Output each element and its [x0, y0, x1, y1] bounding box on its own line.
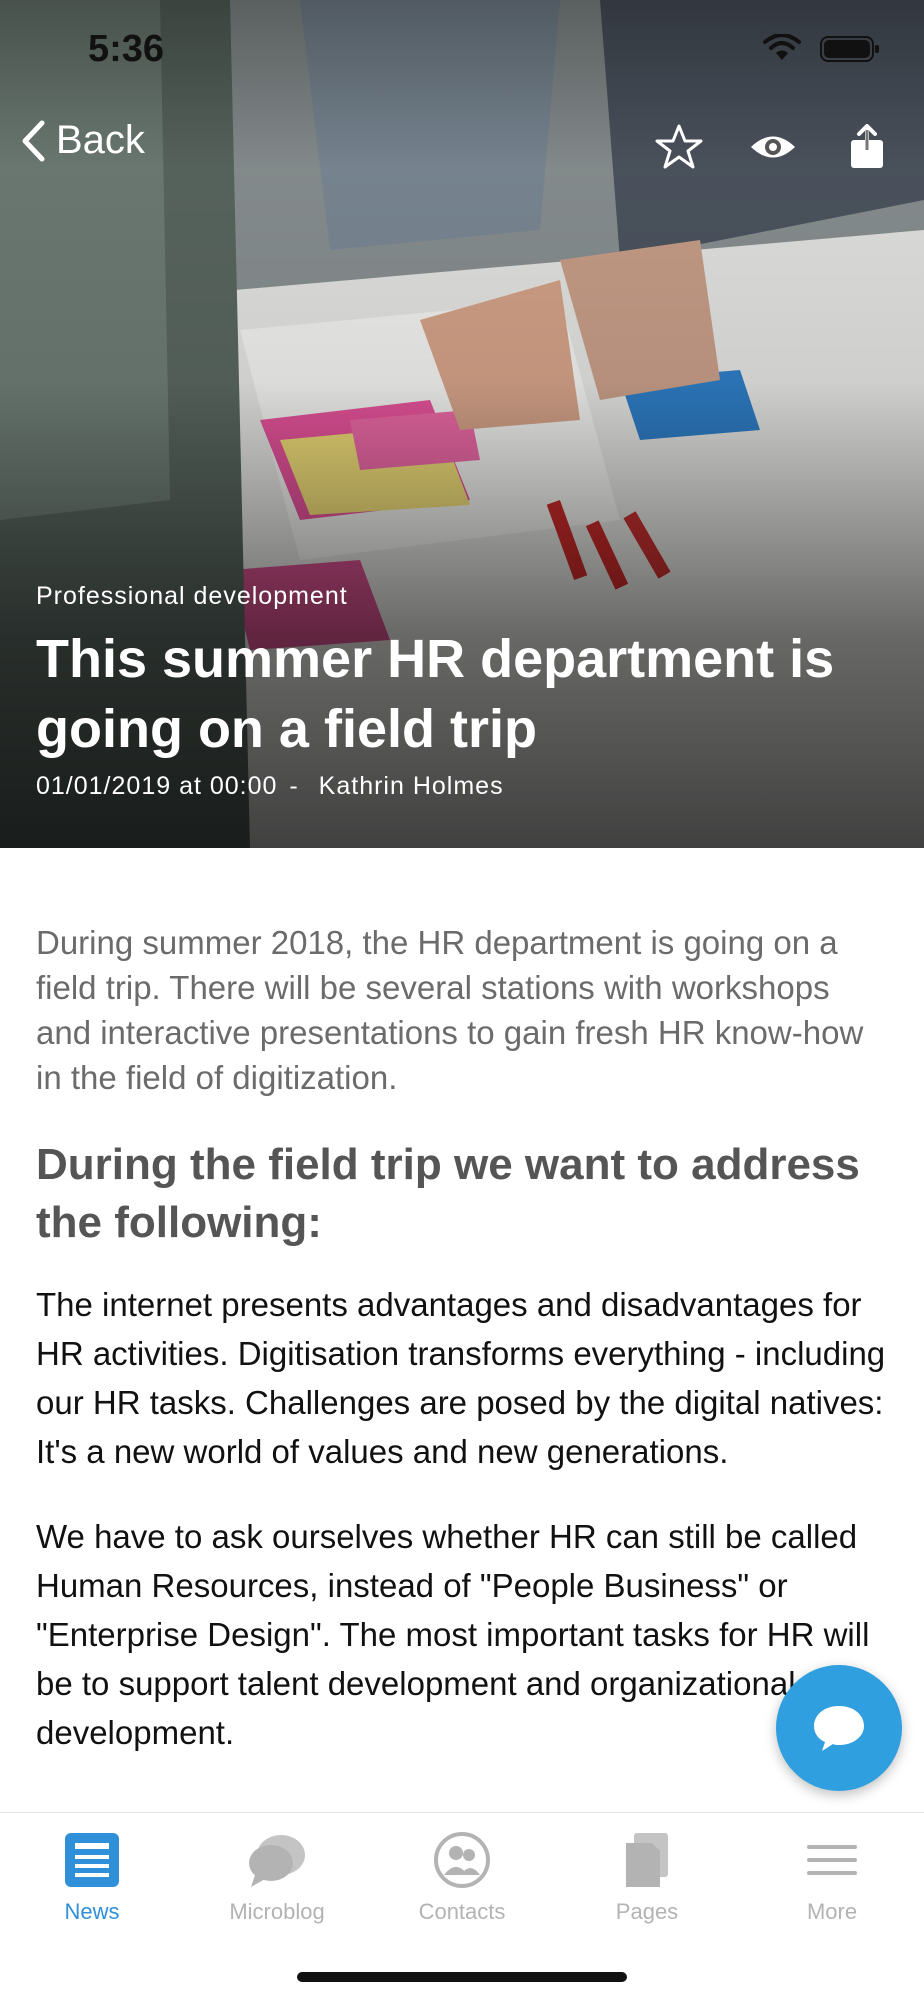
menu-icon	[807, 1845, 857, 1875]
eye-icon	[751, 136, 795, 158]
article-category: Professional development	[36, 582, 348, 610]
status-time: 5:36	[88, 28, 165, 70]
article-paragraph: We have to ask ourselves whether HR can …	[36, 1518, 870, 1751]
tab-news[interactable]: News	[0, 1831, 184, 1925]
home-indicator[interactable]	[297, 1972, 627, 1982]
pages-icon	[626, 1833, 668, 1887]
tab-label: More	[806, 1899, 858, 1924]
favorite-button[interactable]	[652, 120, 706, 174]
article-author[interactable]: Kathrin Holmes	[319, 772, 504, 800]
tab-label: Pages	[615, 1899, 679, 1924]
back-button[interactable]: Back	[20, 118, 145, 163]
tab-contacts[interactable]: Contacts	[370, 1831, 554, 1925]
chat-bubble-icon	[814, 1706, 864, 1751]
meta-separator: -	[289, 772, 299, 800]
tab-more[interactable]: More	[740, 1831, 924, 1925]
article-body: During summer 2018, the HR department is…	[36, 920, 892, 1757]
chat-button[interactable]	[776, 1665, 902, 1791]
article-meta: 01/01/2019 at 00:00 - Kathrin Holmes	[36, 772, 504, 801]
status-icons	[762, 34, 880, 64]
back-label: Back	[56, 118, 145, 162]
article-actions	[652, 120, 894, 174]
chevron-left-icon	[22, 120, 45, 161]
tab-pages[interactable]: Pages	[555, 1831, 739, 1925]
share-icon	[851, 124, 883, 168]
tab-label: News	[64, 1899, 120, 1924]
share-button[interactable]	[840, 120, 894, 174]
tab-label: Contacts	[418, 1899, 506, 1924]
tab-label: Microblog	[229, 1899, 325, 1924]
article-paragraph: The internet presents advantages and dis…	[36, 1286, 886, 1470]
article-title: This summer HR department is going on a …	[36, 629, 835, 759]
battery-icon	[820, 36, 879, 62]
star-icon	[655, 124, 703, 169]
views-button[interactable]	[746, 120, 800, 174]
tab-microblog[interactable]: Microblog	[185, 1831, 369, 1925]
article-date: 01/01/2019 at 00:00	[36, 772, 278, 800]
contacts-icon	[434, 1832, 490, 1888]
article-subheading: During the field trip we want to address…	[36, 1140, 860, 1247]
hero-image: 5:36 Back Professional development This …	[0, 0, 924, 848]
article-lead: During summer 2018, the HR department is…	[36, 924, 864, 1096]
news-icon	[65, 1833, 119, 1887]
microblog-icon	[249, 1835, 305, 1887]
wifi-icon	[763, 34, 801, 60]
